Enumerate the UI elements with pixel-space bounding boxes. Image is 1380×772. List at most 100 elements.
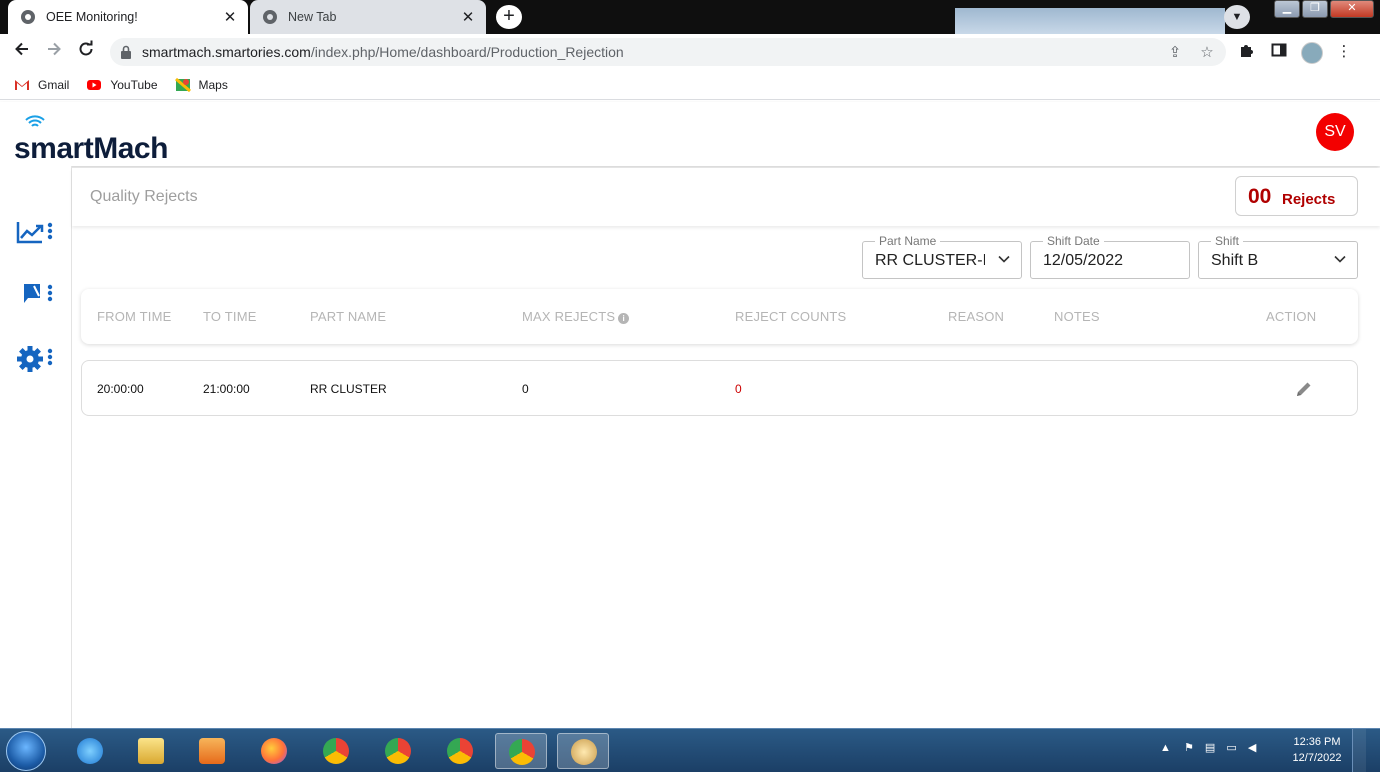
taskbar-chrome[interactable] (310, 733, 362, 769)
browser-toolbar: smartmach.smartories.com/index.php/Home/… (0, 34, 1380, 70)
system-clock[interactable]: 12:36 PM 12/7/2022 (1284, 734, 1350, 766)
sidebar-item-comments[interactable] (16, 280, 56, 310)
col-part-name: PART NAME (310, 309, 387, 324)
shift-select[interactable]: Shift Shift B (1198, 234, 1358, 279)
rejects-summary-badge: 00 Rejects (1235, 176, 1358, 216)
window-controls: ▁ ❐ ✕ (1274, 0, 1374, 18)
table-header: FROM TIME TO TIME PART NAME MAX REJECTS i… (81, 289, 1358, 344)
edit-pencil-icon[interactable] (1294, 379, 1314, 399)
taskbar-chrome-active[interactable] (495, 733, 547, 769)
device-icon[interactable]: ▤ (1205, 742, 1215, 754)
close-tab-icon[interactable]: ✕ (456, 8, 480, 26)
clock-date: 12/7/2022 (1292, 752, 1342, 764)
settings-gear-icon (17, 346, 53, 372)
tab-new-tab[interactable]: New Tab ✕ (250, 0, 486, 34)
rejects-count: 00 (1248, 185, 1272, 208)
desktop-background-strip (955, 8, 1225, 34)
cell-reject-counts: 0 (735, 382, 742, 396)
minimize-button[interactable]: ▁ (1274, 0, 1300, 18)
taskbar-firefox[interactable] (248, 733, 300, 769)
show-desktop-button[interactable] (1352, 729, 1366, 772)
page-header: Quality Rejects (72, 168, 1380, 226)
table-row: 20:00:00 21:00:00 RR CLUSTER 0 0 (81, 360, 1358, 416)
sidebar-item-analytics[interactable] (16, 218, 56, 248)
gmail-icon (15, 79, 29, 90)
smartmach-logo[interactable]: smartMach (14, 114, 184, 164)
chrome-icon (323, 738, 349, 764)
bookmark-label: Gmail (38, 77, 70, 92)
forward-arrow-icon[interactable] (42, 40, 66, 64)
chrome-icon (263, 10, 277, 24)
shift-date-label: Shift Date (1043, 234, 1104, 248)
sidebar-item-settings[interactable] (16, 344, 56, 374)
reload-icon[interactable] (74, 40, 98, 64)
bookmark-label: Maps (198, 77, 228, 92)
taskbar-internet-explorer[interactable] (64, 733, 116, 769)
col-reason: REASON (948, 309, 1005, 324)
close-tab-icon[interactable]: ✕ (218, 8, 242, 26)
rejects-label: Rejects (1282, 191, 1336, 208)
cell-from-time: 20:00:00 (97, 382, 144, 396)
maps-icon (174, 77, 191, 92)
address-bar[interactable]: smartmach.smartories.com/index.php/Home/… (110, 38, 1226, 66)
taskbar-media-player[interactable] (186, 733, 238, 769)
network-icon[interactable]: ▭ (1226, 742, 1236, 754)
screen: OEE Monitoring! ✕ New Tab ✕ + ▼ ▁ ❐ ✕ sm… (0, 0, 1380, 772)
system-tray: ▲ ⚑ ▤ ▭ ◀ (1160, 741, 1256, 754)
url-path: /index.php/Home/dashboard/Production_Rej… (310, 44, 624, 60)
folder-icon (138, 738, 164, 764)
chevron-down-icon (1334, 255, 1346, 263)
firefox-icon (261, 738, 287, 764)
extensions-puzzle-icon[interactable] (1237, 42, 1257, 62)
taskbar-paint[interactable] (557, 733, 609, 769)
col-reject-counts: REJECT COUNTS (735, 309, 847, 324)
bookmark-maps[interactable]: Maps (174, 77, 228, 93)
start-orb-icon[interactable] (6, 731, 46, 771)
user-avatar[interactable]: SV (1316, 113, 1354, 151)
bookmark-gmail[interactable]: Gmail (14, 77, 69, 93)
side-panel-icon[interactable] (1269, 42, 1289, 62)
youtube-icon (87, 79, 102, 90)
cell-part-name: RR CLUSTER (310, 382, 387, 396)
maximize-button[interactable]: ❐ (1302, 0, 1328, 18)
col-to-time: TO TIME (203, 309, 257, 324)
back-arrow-icon[interactable] (10, 40, 34, 64)
show-hidden-icons-icon[interactable]: ▲ (1160, 742, 1171, 754)
bookmark-youtube[interactable]: YouTube (86, 77, 158, 93)
shift-date-value: 12/05/2022 (1043, 252, 1124, 269)
close-window-button[interactable]: ✕ (1330, 0, 1374, 18)
tab-oee-monitoring[interactable]: OEE Monitoring! ✕ (8, 0, 248, 34)
col-action: ACTION (1266, 309, 1317, 324)
app-header: smartMach (0, 102, 1380, 166)
kebab-menu-icon[interactable]: ⋮ (1334, 42, 1354, 62)
lock-icon (121, 45, 131, 59)
profile-avatar-icon[interactable] (1301, 42, 1323, 64)
bookmark-star-icon[interactable]: ☆ (1198, 44, 1216, 62)
col-max-rejects-label: MAX REJECTS (522, 309, 616, 324)
cell-to-time: 21:00:00 (203, 382, 250, 396)
brand-name: smartMach (14, 132, 168, 165)
url-text: smartmach.smartories.com/index.php/Home/… (142, 44, 624, 60)
col-max-rejects: MAX REJECTS i (522, 309, 630, 324)
taskbar-chrome-profile[interactable] (372, 733, 424, 769)
part-name-value: RR CLUSTER-P1 (875, 252, 985, 269)
volume-icon[interactable]: ◀ (1248, 742, 1256, 754)
chrome-alt-icon (447, 738, 473, 764)
info-icon[interactable]: i (618, 313, 630, 324)
share-icon[interactable]: ⇪ (1166, 44, 1184, 62)
page-title: Quality Rejects (90, 188, 198, 205)
internet-explorer-icon (77, 738, 103, 764)
shift-date-input[interactable]: Shift Date 12/05/2022 (1030, 234, 1190, 279)
part-name-select[interactable]: Part Name RR CLUSTER-P1 (862, 234, 1022, 279)
tab-search-dropdown-icon[interactable]: ▼ (1224, 5, 1250, 29)
clock-time: 12:36 PM (1293, 736, 1341, 748)
new-tab-button[interactable]: + (496, 5, 522, 29)
taskbar-file-explorer[interactable] (125, 733, 177, 769)
wifi-logo-icon (25, 115, 45, 127)
chrome-profile-icon (385, 738, 411, 764)
action-center-flag-icon[interactable]: ⚑ (1184, 742, 1194, 754)
url-host: smartmach.smartories.com (142, 44, 311, 60)
part-name-label: Part Name (875, 234, 941, 248)
taskbar-chrome-alt[interactable] (434, 733, 486, 769)
chrome-active-icon (509, 739, 535, 765)
